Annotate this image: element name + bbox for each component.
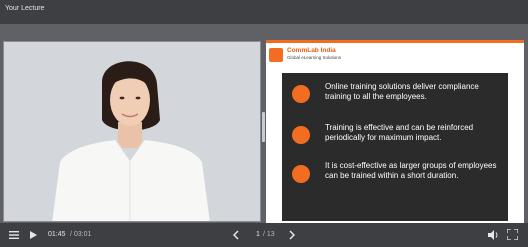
window-title: Your Lecture [5, 5, 45, 12]
bullet-text-1: Online training solutions deliver compli… [325, 82, 479, 101]
bullet-icon [292, 126, 310, 144]
presenter-image [4, 42, 260, 221]
pane-resize-handle[interactable] [262, 112, 265, 142]
previous-slide-icon[interactable] [233, 230, 239, 240]
title-bar: Your Lecture [0, 0, 528, 24]
fullscreen-icon[interactable] [507, 229, 518, 240]
current-slide-number: 1 [256, 231, 260, 238]
bullet-text-2: Training is effective and can be reinfor… [325, 123, 474, 142]
total-time: / 03:01 [70, 231, 92, 238]
total-slides: / 13 [263, 231, 275, 238]
slide-pane: CommLab India Global eLearning Solutions… [266, 40, 524, 223]
player-controls: 01:45 / 03:01 1 / 13 [0, 223, 528, 247]
commlab-logo-icon [269, 48, 283, 62]
bullet-icon [292, 165, 310, 183]
presenter-video [3, 41, 261, 222]
volume-icon[interactable] [488, 230, 499, 240]
lecture-stage: CommLab India Global eLearning Solutions… [0, 24, 528, 223]
menu-icon[interactable] [9, 231, 19, 239]
brand-name: CommLab India [287, 47, 336, 54]
brand-tagline: Global eLearning Solutions [287, 55, 342, 60]
current-time: 01:45 [48, 231, 66, 238]
play-icon[interactable] [30, 231, 37, 239]
bullet-icon [292, 85, 310, 103]
next-slide-icon[interactable] [289, 230, 295, 240]
bullet-panel: Online training solutions deliver compli… [282, 73, 508, 221]
bullet-text-3: It is cost-effective as larger groups of… [325, 161, 497, 180]
